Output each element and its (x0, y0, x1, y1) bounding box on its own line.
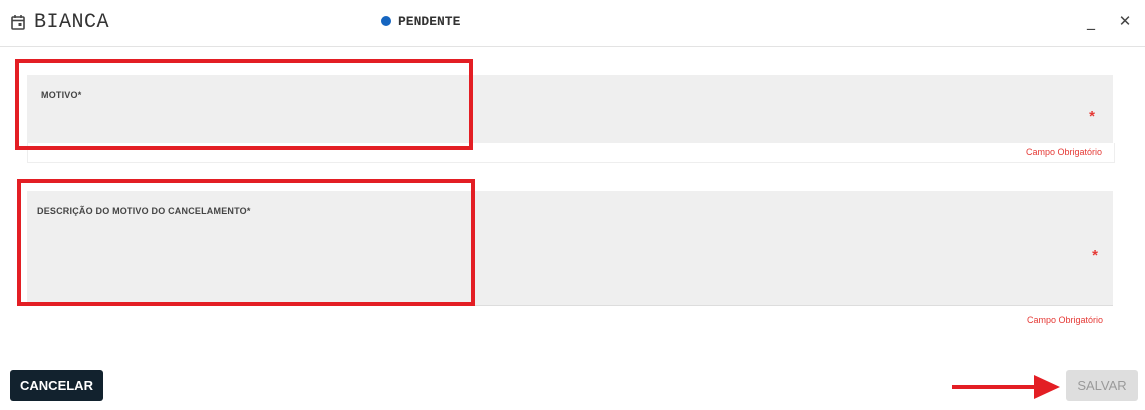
minimize-button[interactable]: _ (1080, 11, 1102, 35)
close-button[interactable]: ✕ (1114, 12, 1136, 36)
descricao-required-hint: Campo Obrigatório (1027, 315, 1104, 325)
descricao-required-mark: * (1092, 247, 1098, 264)
descricao-field[interactable]: DESCRIÇÃO DO MOTIVO DO CANCELAMENTO* * (27, 191, 1113, 306)
annotation-arrow-icon (952, 375, 1060, 399)
cancel-button[interactable]: CANCELAR (10, 370, 103, 401)
motivo-field[interactable]: MOTIVO* * (27, 75, 1113, 144)
motivo-field-underline (27, 143, 1115, 163)
dialog-header: BIANCA PENDENTE _ ✕ (0, 0, 1145, 47)
descricao-label: DESCRIÇÃO DO MOTIVO DO CANCELAMENTO* (37, 206, 251, 216)
calendar-icon (11, 15, 25, 30)
status-label: PENDENTE (398, 14, 461, 29)
save-button[interactable]: SALVAR (1066, 370, 1138, 401)
status-dot-icon (381, 16, 391, 26)
motivo-label: MOTIVO* (41, 90, 82, 100)
dialog-title: BIANCA (34, 11, 110, 34)
motivo-required-hint: Campo Obrigatório (1026, 147, 1103, 157)
motivo-required-mark: * (1089, 108, 1095, 125)
